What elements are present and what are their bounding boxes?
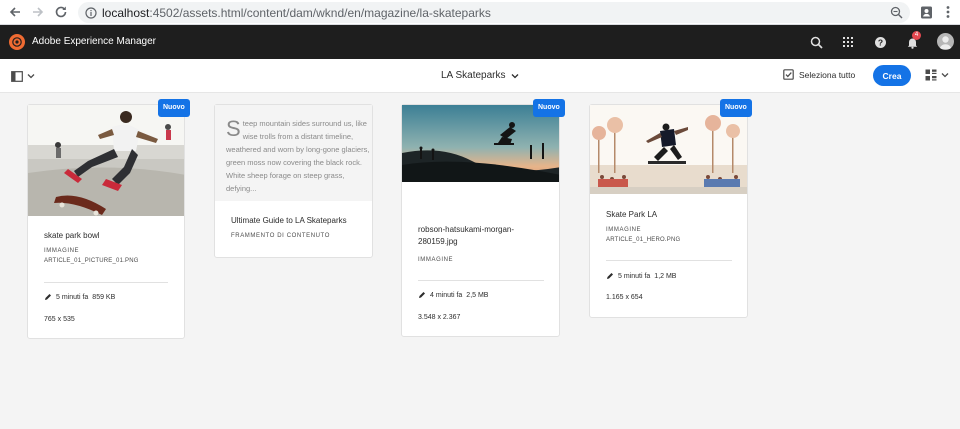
divider — [44, 282, 168, 283]
checkbox-icon — [783, 69, 794, 80]
asset-title: skate park bowl — [44, 231, 100, 240]
new-badge: Nuovo — [720, 99, 752, 117]
asset-filename: ARTICLE_01_HERO.PNG — [606, 237, 681, 243]
pencil-icon — [419, 292, 425, 298]
fragment-preview-text: Steep mountain sides surround us, like w… — [226, 117, 371, 195]
fragment-type: FRAMMENTO DI CONTENUTO — [231, 233, 330, 239]
pencil-icon — [45, 294, 51, 300]
profile-icon[interactable] — [917, 3, 935, 21]
search-icon[interactable] — [808, 34, 824, 50]
asset-size: 1,2 MB — [654, 272, 677, 280]
asset-filename: ARTICLE_01_PICTURE_01.PNG — [44, 258, 139, 264]
help-icon[interactable]: ? — [872, 34, 888, 50]
forward-arrow-icon[interactable] — [29, 3, 47, 21]
aem-logo-icon[interactable] — [9, 34, 25, 50]
kebab-menu-icon[interactable] — [939, 3, 957, 21]
rail-toggle-button[interactable] — [11, 69, 41, 83]
reload-icon[interactable] — [52, 3, 70, 21]
fragment-preview[interactable]: Steep mountain sides surround us, like w… — [215, 105, 372, 201]
address-bar[interactable]: localhost:4502/assets.html/content/dam/w… — [78, 2, 910, 23]
asset-modified: 5 minuti fa — [56, 293, 89, 301]
browser-toolbar: localhost:4502/assets.html/content/dam/w… — [0, 0, 960, 25]
asset-card-skate-park-la[interactable]: Nuovo Skate Park LA IMMAGINE ARTICLE_01_… — [589, 99, 752, 318]
notification-badge: 4 — [912, 31, 921, 40]
chevron-down-icon — [941, 73, 949, 78]
create-button[interactable]: Crea — [873, 65, 911, 86]
svg-text:?: ? — [877, 37, 882, 47]
rail-icon — [11, 70, 23, 82]
url-path: :4502/assets.html/content/dam/wknd/en/ma… — [149, 6, 491, 20]
divider — [418, 280, 544, 281]
zoom-icon[interactable] — [890, 6, 903, 24]
asset-dimensions: 1.165 x 654 — [606, 294, 643, 301]
asset-meta: 5 minuti fa 859 KB — [44, 293, 115, 301]
new-badge: Nuovo — [158, 99, 190, 117]
app-title[interactable]: Adobe Experience Manager — [32, 36, 156, 47]
asset-thumbnail[interactable] — [28, 105, 184, 216]
info-icon[interactable] — [85, 6, 97, 24]
select-all-label: Seleziona tutto — [799, 69, 856, 80]
fragment-drop-cap: S — [226, 116, 241, 141]
asset-title: robson-hatsukami-morgan-280159.jpg — [418, 225, 515, 246]
asset-type: IMMAGINE — [418, 257, 454, 263]
fragment-body: teep mountain sides surround us, like wi… — [226, 119, 370, 193]
aem-shell-header: Adobe Experience Manager ? 4 — [0, 25, 960, 59]
asset-dimensions: 765 x 535 — [44, 316, 75, 323]
pencil-icon — [607, 273, 613, 279]
url-host: localhost — [102, 6, 150, 20]
fragment-title: Ultimate Guide to LA Skateparks — [231, 216, 347, 225]
folder-title: LA Skateparks — [441, 70, 506, 81]
select-all-button[interactable]: Seleziona tutto — [783, 69, 855, 80]
asset-type: IMMAGINE — [44, 248, 80, 254]
asset-title: Skate Park LA — [606, 210, 658, 219]
back-arrow-icon[interactable] — [6, 3, 24, 21]
url-text: localhost:4502/assets.html/content/dam/w… — [102, 6, 491, 20]
card-view-icon — [925, 69, 937, 81]
new-badge: Nuovo — [533, 99, 565, 117]
action-bar: LA Skateparks Seleziona tutto Crea — [0, 59, 960, 93]
asset-meta: 4 minuti fa 2,5 MB — [418, 291, 488, 299]
divider — [606, 260, 732, 261]
asset-size: 859 KB — [92, 293, 116, 301]
asset-dimensions: 3.548 x 2.367 — [418, 314, 461, 321]
apps-grid-icon[interactable] — [840, 34, 856, 50]
asset-card-skate-park-bowl[interactable]: Nuovo skate park bowl IMMAGINE ARTICLE_0… — [27, 99, 190, 339]
asset-modified: 4 minuti fa — [430, 291, 463, 299]
view-switcher[interactable] — [925, 69, 949, 81]
folder-title-dropdown[interactable]: LA Skateparks — [441, 70, 519, 81]
avatar[interactable] — [937, 33, 954, 50]
asset-size: 2,5 MB — [466, 291, 489, 299]
asset-card-robson[interactable]: Nuovo robson-hatsukami-morgan-280159.jpg… — [401, 99, 565, 337]
chevron-down-icon — [512, 73, 519, 78]
asset-meta: 5 minuti fa 1,2 MB — [606, 272, 676, 280]
chevron-down-icon — [27, 74, 35, 79]
asset-thumbnail[interactable] — [590, 105, 747, 194]
content-fragment-card[interactable]: Steep mountain sides surround us, like w… — [214, 104, 373, 258]
asset-type: IMMAGINE — [606, 227, 642, 233]
asset-modified: 5 minuti fa — [618, 272, 651, 280]
